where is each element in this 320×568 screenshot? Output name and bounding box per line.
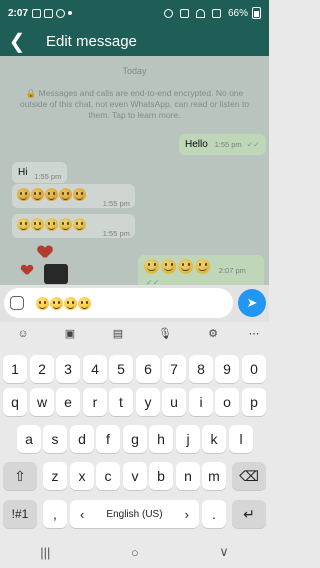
page-title: Edit message (46, 32, 137, 50)
key-y[interactable]: y (136, 388, 160, 416)
settings-icon[interactable]: ⚙ (205, 327, 221, 341)
sticker-icon[interactable] (10, 296, 24, 310)
key-c[interactable]: c (96, 462, 120, 490)
keyboard: ☺ ▣ ▤ 🎙 ⚙ ⋯ 1 2 3 4 5 6 7 8 9 0 q w e r … (0, 322, 269, 536)
dim-overlay (0, 56, 269, 285)
key-8[interactable]: 8 (189, 355, 213, 383)
emoji-icon (64, 296, 77, 310)
period-key[interactable]: . (202, 500, 226, 528)
key-5[interactable]: 5 (109, 355, 133, 383)
comma-key[interactable]: , (43, 500, 67, 528)
key-4[interactable]: 4 (83, 355, 107, 383)
notification-icon (32, 8, 42, 18)
key-3[interactable]: 3 (56, 355, 80, 383)
key-k[interactable]: k (202, 425, 226, 453)
message-input[interactable] (4, 288, 233, 318)
chat-area: Today 🔒 Messages and calls are end-to-en… (0, 56, 269, 285)
key-2[interactable]: 2 (30, 355, 54, 383)
key-9[interactable]: 9 (215, 355, 239, 383)
emoji-icon (78, 296, 91, 310)
key-t[interactable]: t (109, 388, 133, 416)
emoji-icon (36, 296, 49, 310)
chevron-left-icon: ‹ (80, 506, 85, 522)
key-i[interactable]: i (189, 388, 213, 416)
wifi-icon (195, 8, 205, 18)
emoji-panel-icon[interactable]: ☺ (15, 327, 31, 341)
key-q[interactable]: q (3, 388, 27, 416)
key-v[interactable]: v (123, 462, 147, 490)
battery-icon (252, 7, 261, 19)
enter-key[interactable]: ↵ (232, 500, 266, 528)
shift-key[interactable]: ⇧ (3, 462, 37, 490)
key-7[interactable]: 7 (162, 355, 186, 383)
clipboard-icon[interactable]: ▣ (62, 327, 78, 341)
mute-icon (179, 8, 189, 18)
key-0[interactable]: 0 (242, 355, 266, 383)
recents-icon[interactable]: ||| (40, 545, 50, 560)
keyboard-mode-icon[interactable]: ▤ (110, 327, 126, 341)
chevron-right-icon: › (184, 506, 189, 522)
whatsapp-icon (56, 8, 66, 18)
alarm-icon (163, 8, 173, 18)
input-emoji-row (36, 296, 91, 310)
key-o[interactable]: o (215, 388, 239, 416)
key-h[interactable]: h (149, 425, 173, 453)
key-1[interactable]: 1 (3, 355, 27, 383)
app-bar: ❮ Edit message (0, 26, 269, 56)
key-p[interactable]: p (242, 388, 266, 416)
key-d[interactable]: d (70, 425, 94, 453)
key-z[interactable]: z (43, 462, 67, 490)
key-n[interactable]: n (176, 462, 200, 490)
key-g[interactable]: g (123, 425, 147, 453)
key-m[interactable]: m (202, 462, 226, 490)
key-x[interactable]: x (70, 462, 94, 490)
key-l[interactable]: l (229, 425, 253, 453)
key-f[interactable]: f (96, 425, 120, 453)
backspace-key[interactable]: ⌫ (232, 462, 266, 490)
key-a[interactable]: a (17, 425, 41, 453)
gallery-icon (44, 8, 54, 18)
key-j[interactable]: j (176, 425, 200, 453)
clock: 2:07 (8, 7, 29, 19)
key-s[interactable]: s (43, 425, 67, 453)
symbols-key[interactable]: !#1 (3, 500, 37, 528)
key-b[interactable]: b (149, 462, 173, 490)
key-r[interactable]: r (83, 388, 107, 416)
space-label: English (US) (106, 508, 163, 520)
key-6[interactable]: 6 (136, 355, 160, 383)
mic-icon[interactable]: 🎙 (157, 327, 173, 341)
key-e[interactable]: e (56, 388, 80, 416)
back-arrow-icon[interactable]: ❮ (0, 26, 34, 56)
space-key[interactable]: ‹ English (US) › (70, 500, 199, 528)
back-nav-icon[interactable]: ∨ (219, 544, 229, 560)
navigation-bar: ||| ○ ∨ (0, 536, 269, 568)
key-u[interactable]: u (162, 388, 186, 416)
more-icon[interactable]: ⋯ (246, 327, 262, 341)
keyboard-toolbar: ☺ ▣ ▤ 🎙 ⚙ ⋯ (0, 322, 269, 346)
input-bar: ➤ (0, 285, 269, 322)
send-button[interactable]: ➤ (238, 289, 266, 317)
dot-icon (68, 11, 73, 15)
home-icon[interactable]: ○ (131, 545, 139, 560)
signal-icon (211, 8, 221, 18)
key-w[interactable]: w (30, 388, 54, 416)
emoji-icon (50, 296, 63, 310)
status-bar: 2:07 66% (0, 0, 269, 26)
battery-percent: 66% (227, 7, 248, 19)
